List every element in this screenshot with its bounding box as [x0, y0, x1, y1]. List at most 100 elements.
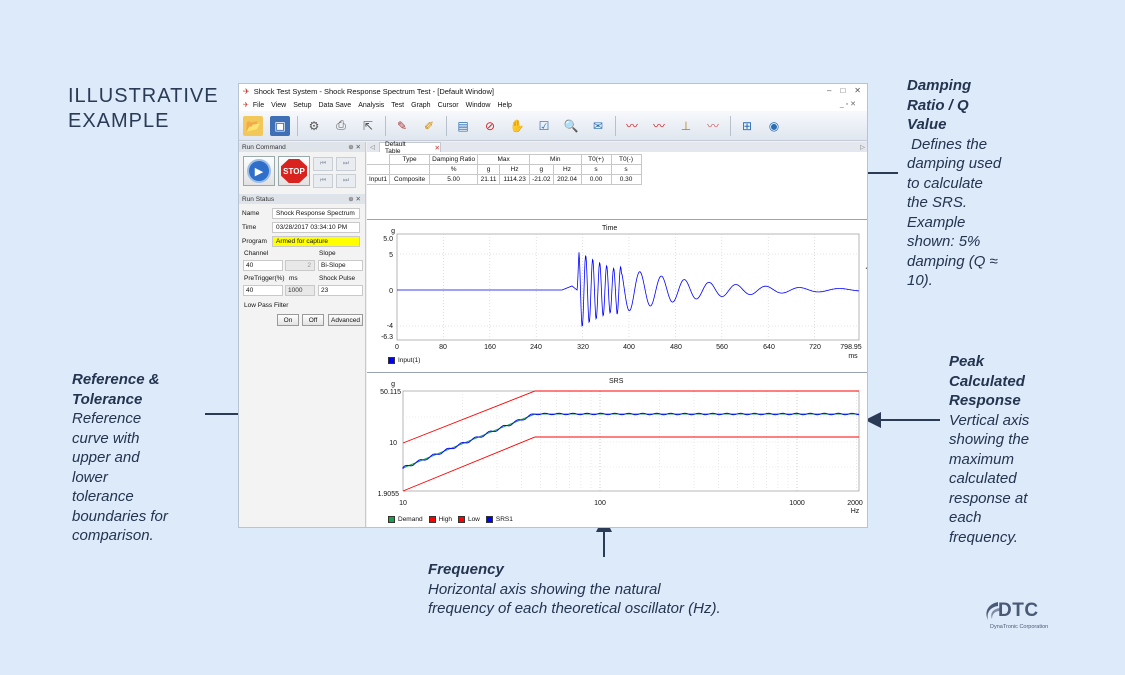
time-x-tick: 320 [577, 344, 589, 351]
table-cell: 21.11 [477, 174, 501, 185]
field-label: Name [242, 210, 260, 217]
annotation-text: boundaries for [72, 507, 168, 525]
tab-scroll-right-icon[interactable]: ▷ [860, 143, 865, 151]
report-icon[interactable]: ✎ [392, 116, 412, 136]
srs-x-tick: 10 [399, 500, 407, 507]
mail-icon[interactable]: ✉ [588, 116, 608, 136]
maximize-icon[interactable]: □ [840, 86, 845, 95]
slide-heading: ILLUSTRATIVE EXAMPLE [68, 84, 219, 134]
next-button[interactable]: ⏭ [336, 157, 356, 171]
previous-button[interactable]: ⏮ [313, 157, 333, 171]
annotation-text: Example [907, 213, 966, 231]
open-folder-icon[interactable]: 📂 [243, 115, 263, 136]
cursor-marker-icon[interactable]: ⊥ [676, 116, 696, 136]
run-button[interactable]: ▶ [243, 156, 275, 186]
menu-cursor[interactable]: Cursor [438, 102, 459, 109]
menu-test[interactable]: Test [391, 102, 404, 109]
annotation-title: Calculated [949, 372, 1025, 390]
spectrum-icon[interactable]: 〰 [703, 116, 723, 136]
srs-plot-title: SRS [609, 378, 624, 385]
heading-line-1: ILLUSTRATIVE [68, 85, 219, 107]
status-name-value: Shock Response Spectrum [272, 208, 360, 219]
srs-x-tick: 100 [594, 500, 606, 507]
table-cell [367, 154, 391, 165]
abort-icon[interactable]: ⊘ [480, 116, 500, 136]
advanced-button[interactable]: Advanced [328, 314, 363, 326]
toolbar: 📂 ▣ ⚙ ⎙ ⇱ ✎ ✐ ▤ ⊘ ✋ ☑ 🔍 ✉ 〰 〰 ⊥ 〰 ⊞ ◉ [239, 111, 867, 141]
menu-setup[interactable]: Setup [293, 102, 311, 109]
table-unit: s [580, 164, 612, 175]
first-button[interactable]: ⏮ [313, 174, 333, 188]
time-y-tick: 0 [389, 288, 393, 295]
globe-icon[interactable]: ◉ [764, 116, 784, 136]
filter-on-button[interactable]: On [277, 314, 299, 326]
field-label: Program [242, 238, 267, 245]
annotation-title: Damping [907, 77, 972, 94]
time-legend: Input(1) [382, 357, 420, 364]
channel-field: 40 [243, 260, 283, 271]
app-logo-icon: ✈ [243, 87, 250, 96]
annotation-text: to calculate [907, 174, 983, 192]
waveform-overlay-icon[interactable]: 〰 [649, 116, 669, 136]
print-icon[interactable]: ⎙ [331, 116, 351, 136]
menu-window[interactable]: Window [466, 102, 491, 109]
table-unit: % [429, 164, 479, 175]
menu-view[interactable]: View [271, 102, 286, 109]
results-table: Type Damping Ratio Max Min T0(+) T0(-) %… [367, 154, 642, 185]
settings-gear-icon[interactable]: ⚙ [304, 116, 324, 136]
menu-help[interactable]: Help [498, 102, 512, 109]
table-header: Type [389, 154, 431, 165]
close-icon[interactable]: ✕ [854, 86, 861, 95]
zoom-icon[interactable]: 🔍 [561, 116, 581, 136]
tab-label: Default Table [385, 140, 406, 155]
hand-icon[interactable]: ✋ [507, 116, 527, 136]
time-signal-line [397, 252, 859, 327]
pretrigger-unit-label: ms [289, 275, 298, 282]
export-icon[interactable]: ⇱ [358, 116, 378, 136]
run-command-header: Run Command ⊕ ✕ [239, 142, 365, 152]
time-x-unit: ms [848, 353, 858, 360]
table-cell: 5.00 [429, 174, 479, 185]
peak-annotation: Peak Calculated Response Vertical axis s… [949, 352, 1099, 547]
heading-line-2: EXAMPLE [68, 110, 170, 132]
pretrigger-ms-field: 1000 [285, 285, 315, 296]
srs-y-tick: 10 [389, 440, 397, 447]
save-icon[interactable]: ▣ [270, 115, 290, 136]
tab-default-table[interactable]: Default Table ✕ [379, 140, 441, 155]
mdi-controls-icon[interactable]: _ ▫ ✕ [840, 100, 856, 108]
low-pass-filter-label: Low Pass Filter [244, 302, 289, 309]
waveform-icon[interactable]: 〰 [622, 116, 642, 136]
srs-x-tick: 2000 [847, 500, 863, 507]
table-cell [389, 164, 431, 175]
tab-close-icon[interactable]: ✕ [435, 144, 440, 152]
annotation-text: comparison. [72, 527, 154, 544]
menu-analysis[interactable]: Analysis [358, 102, 384, 109]
window-layout-icon[interactable]: ⊞ [737, 116, 757, 136]
status-program-value: Armed for capture [272, 236, 360, 247]
verify-icon[interactable]: ☑ [534, 116, 554, 136]
time-y-tick: 5 [389, 252, 393, 259]
app-window: ✈ Shock Test System - Shock Response Spe… [238, 83, 868, 528]
annotation-text: lower [72, 468, 108, 486]
edit-icon[interactable]: ✐ [419, 116, 439, 136]
time-x-tick: 798.95 [840, 344, 862, 351]
minimize-icon[interactable]: – [827, 86, 831, 95]
last-button[interactable]: ⏭ [336, 174, 356, 188]
stop-button[interactable]: STOP [278, 156, 310, 186]
menu-data-save[interactable]: Data Save [319, 102, 352, 109]
pin-close-icon[interactable]: ⊕ ✕ [348, 195, 361, 203]
filter-off-button[interactable]: Off [302, 314, 324, 326]
toolbar-divider [615, 115, 616, 136]
legend-label: High [438, 516, 452, 523]
pin-close-icon[interactable]: ⊕ ✕ [348, 143, 361, 151]
tab-scroll-left-icon[interactable]: ◁ [370, 143, 375, 151]
slope-field: Bi-Slope [318, 260, 363, 271]
menu-file[interactable]: File [253, 102, 264, 109]
menu-graph[interactable]: Graph [411, 102, 430, 109]
annotation-text: showing the [949, 431, 1030, 448]
annotation-text: maximum [949, 450, 1015, 468]
table-unit: g [529, 164, 554, 175]
schedule-icon[interactable]: ▤ [453, 116, 473, 136]
time-x-tick: 480 [670, 344, 682, 351]
table-cell: 0.00 [580, 174, 612, 185]
